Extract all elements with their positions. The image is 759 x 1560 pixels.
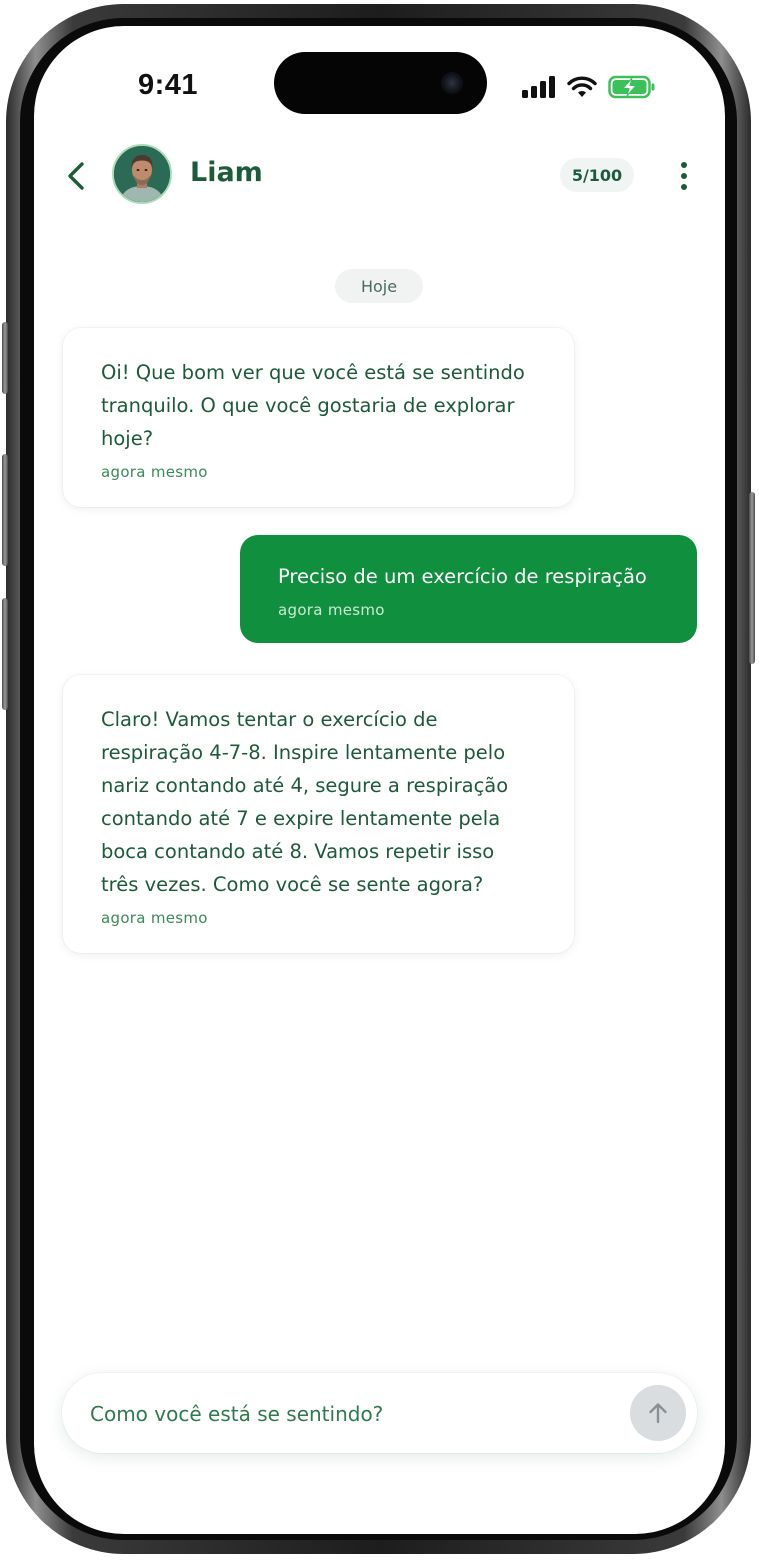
- status-icons: [522, 72, 656, 102]
- power-button: [749, 492, 755, 664]
- message-bubble-incoming: Claro! Vamos tentar o exercício de respi…: [63, 675, 574, 953]
- camera-icon: [441, 72, 463, 94]
- status-time: 9:41: [138, 69, 199, 101]
- volume-down-button: [2, 598, 8, 710]
- action-button: [2, 322, 8, 394]
- avatar[interactable]: [112, 144, 172, 204]
- message-text: Claro! Vamos tentar o exercício de respi…: [101, 708, 509, 896]
- dynamic-island: [274, 52, 487, 114]
- more-vertical-icon: [681, 162, 687, 168]
- message-text: Preciso de um exercício de respiração: [278, 565, 647, 588]
- screen: 9:41 Liam 5/100 Hoje Oi! Que bom ver que…: [34, 26, 725, 1534]
- message-text: Oi! Que bom ver que você está se sentind…: [101, 361, 525, 450]
- cellular-signal-icon: [522, 76, 555, 98]
- contact-name: Liam: [190, 157, 263, 188]
- chevron-left-icon: [68, 162, 84, 190]
- wifi-icon: [567, 76, 597, 97]
- message-timestamp: agora mesmo: [278, 601, 385, 619]
- date-separator: Hoje: [335, 269, 423, 303]
- avatar-portrait-icon: [114, 146, 170, 202]
- more-vertical-icon-dot: [681, 184, 687, 190]
- message-bubble-outgoing: Preciso de um exercício de respiração ag…: [240, 535, 697, 643]
- message-bubble-incoming: Oi! Que bom ver que você está se sentind…: [63, 328, 574, 507]
- send-button[interactable]: [630, 1385, 686, 1441]
- back-button[interactable]: [60, 158, 92, 194]
- message-timestamp: agora mesmo: [101, 463, 208, 481]
- arrow-up-icon: [649, 1403, 667, 1424]
- volume-up-button: [2, 454, 8, 566]
- battery-charging-icon: [608, 75, 655, 99]
- more-vertical-icon-dot: [681, 173, 687, 179]
- message-timestamp: agora mesmo: [101, 909, 208, 927]
- message-composer: [62, 1373, 697, 1453]
- more-options-button[interactable]: [674, 160, 694, 192]
- message-input[interactable]: [88, 1393, 612, 1435]
- message-counter-badge: 5/100: [560, 158, 634, 192]
